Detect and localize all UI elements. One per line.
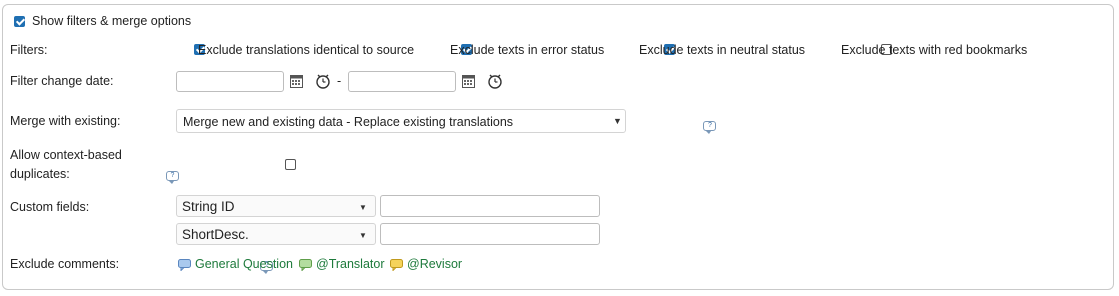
exclude-error-label[interactable]: Exclude texts in error status [450,43,604,57]
dropdown-arrow-icon: ▼ [613,116,622,126]
custom-field-1-input[interactable] [380,195,600,217]
revisor-bubble-icon [390,259,403,271]
exclude-identical-label[interactable]: Exclude translations identical to source [198,43,414,57]
exclude-neutral-label[interactable]: Exclude texts in neutral status [639,43,805,57]
date-range-separator: - [337,74,342,88]
exclude-translator-link[interactable]: @Translator [316,257,385,271]
help-icon[interactable]: ? [165,171,179,184]
date-to-input[interactable] [348,71,456,92]
filter-change-date-label: Filter change date: [10,74,114,88]
calendar-icon[interactable] [290,75,303,88]
clock-icon[interactable] [315,73,331,89]
calendar-icon[interactable] [462,75,475,88]
show-filters-label[interactable]: Show filters & merge options [32,14,191,28]
exclude-revisor-link[interactable]: @Revisor [407,257,462,271]
filters-label: Filters: [10,43,48,57]
custom-field-1-value: String ID [182,199,235,214]
custom-field-select-1[interactable]: String ID ▼ [176,195,376,217]
exclude-comments-label: Exclude comments: [10,257,120,271]
custom-field-2-value: ShortDesc. [182,227,249,242]
date-from-input[interactable] [176,71,284,92]
general-question-bubble-icon [178,259,191,271]
context-duplicates-label-line1: Allow context-based [10,148,122,162]
show-filters-checkbox[interactable] [14,16,25,28]
translator-bubble-icon [299,259,312,271]
custom-field-select-2[interactable]: ShortDesc. ▼ [176,223,376,245]
dropdown-arrow-icon: ▼ [359,231,367,240]
context-duplicates-checkbox[interactable] [285,159,297,171]
exclude-general-question-link[interactable]: General Question [195,257,293,271]
dropdown-arrow-icon: ▼ [359,203,367,212]
custom-fields-label: Custom fields: [10,200,90,214]
context-duplicates-label-line2: duplicates: [10,167,70,181]
merge-select[interactable]: Merge new and existing data - Replace ex… [176,109,626,133]
merge-label: Merge with existing: [10,114,121,128]
clock-icon[interactable] [487,73,503,89]
exclude-red-bookmarks-label[interactable]: Exclude texts with red bookmarks [841,43,1027,57]
merge-selected-value: Merge new and existing data - Replace ex… [183,115,514,129]
help-icon[interactable]: ? [703,121,717,134]
custom-field-2-input[interactable] [380,223,600,245]
